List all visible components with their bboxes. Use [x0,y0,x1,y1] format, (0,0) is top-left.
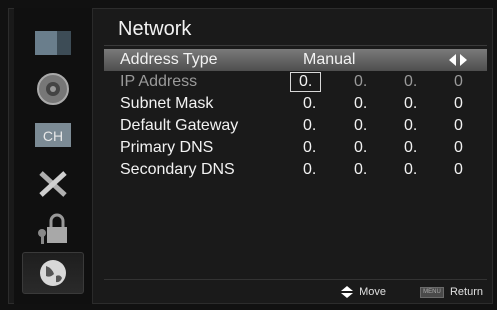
tools-icon [39,171,67,197]
secondary-dns-row[interactable]: Secondary DNS 0. 0. 0. 0 [104,159,487,181]
footer-divider [104,279,487,280]
ip-octet-4[interactable]: 0 [454,73,463,91]
ip-octet-3[interactable]: 0. [404,73,417,91]
secondary-dns-octet-3[interactable]: 0. [404,161,417,179]
secondary-dns-label: Secondary DNS [120,161,235,178]
menu-key-icon: MENU [419,286,444,298]
footer-hints: Move MENU Return [341,286,483,298]
sidebar-item-picture[interactable] [22,22,84,64]
sound-icon [37,73,69,105]
lock-icon [38,213,67,244]
address-type-value: Manual [303,51,356,68]
move-hint: Move [359,286,386,298]
secondary-dns-octet-2[interactable]: 0. [354,161,367,179]
gateway-octet-3[interactable]: 0. [404,117,417,135]
ip-address-label: IP Address [120,73,198,90]
address-type-label: Address Type [120,51,218,68]
subnet-octet-2[interactable]: 0. [354,95,367,113]
address-type-row[interactable]: Address Type Manual [104,49,487,71]
primary-dns-row[interactable]: Primary DNS 0. 0. 0. 0 [104,137,487,159]
left-right-arrow-icon[interactable] [449,54,467,66]
divider [104,45,487,46]
globe-icon [40,260,66,286]
sidebar-item-lock[interactable] [22,208,84,250]
sidebar-item-sound[interactable] [22,68,84,110]
primary-dns-octet-2[interactable]: 0. [354,139,367,157]
ip-address-row[interactable]: IP Address 0. 0. 0. 0 [104,71,487,93]
sidebar: CH [14,8,93,304]
default-gateway-row[interactable]: Default Gateway 0. 0. 0. 0 [104,115,487,137]
gateway-octet-2[interactable]: 0. [354,117,367,135]
secondary-dns-octet-1[interactable]: 0. [303,161,316,179]
subnet-octet-3[interactable]: 0. [404,95,417,113]
channel-icon: CH [35,123,71,147]
picture-icon [35,31,71,55]
primary-dns-octet-3[interactable]: 0. [404,139,417,157]
page-title: Network [118,18,192,40]
subnet-octet-1[interactable]: 0. [303,95,316,113]
secondary-dns-octet-4[interactable]: 0 [454,161,463,179]
gateway-octet-1[interactable]: 0. [303,117,316,135]
default-gateway-label: Default Gateway [120,117,239,134]
return-hint: Return [449,286,483,298]
subnet-mask-label: Subnet Mask [120,95,214,112]
main-panel: Network Address Type Manual IP Address 0… [104,8,487,302]
primary-dns-label: Primary DNS [120,139,214,156]
sidebar-item-setup[interactable] [22,162,84,204]
subnet-mask-row[interactable]: Subnet Mask 0. 0. 0. 0 [104,93,487,115]
ip-octet-1[interactable]: 0. [290,72,322,92]
primary-dns-octet-4[interactable]: 0 [454,139,463,157]
ip-octet-2[interactable]: 0. [354,73,367,91]
svg-text:CH: CH [43,128,63,144]
primary-dns-octet-1[interactable]: 0. [303,139,316,157]
sidebar-item-channel[interactable]: CH [22,114,84,156]
sidebar-item-network[interactable] [22,252,84,294]
subnet-octet-4[interactable]: 0 [454,95,463,113]
up-down-arrow-icon [341,286,354,298]
gateway-octet-4[interactable]: 0 [454,117,463,135]
